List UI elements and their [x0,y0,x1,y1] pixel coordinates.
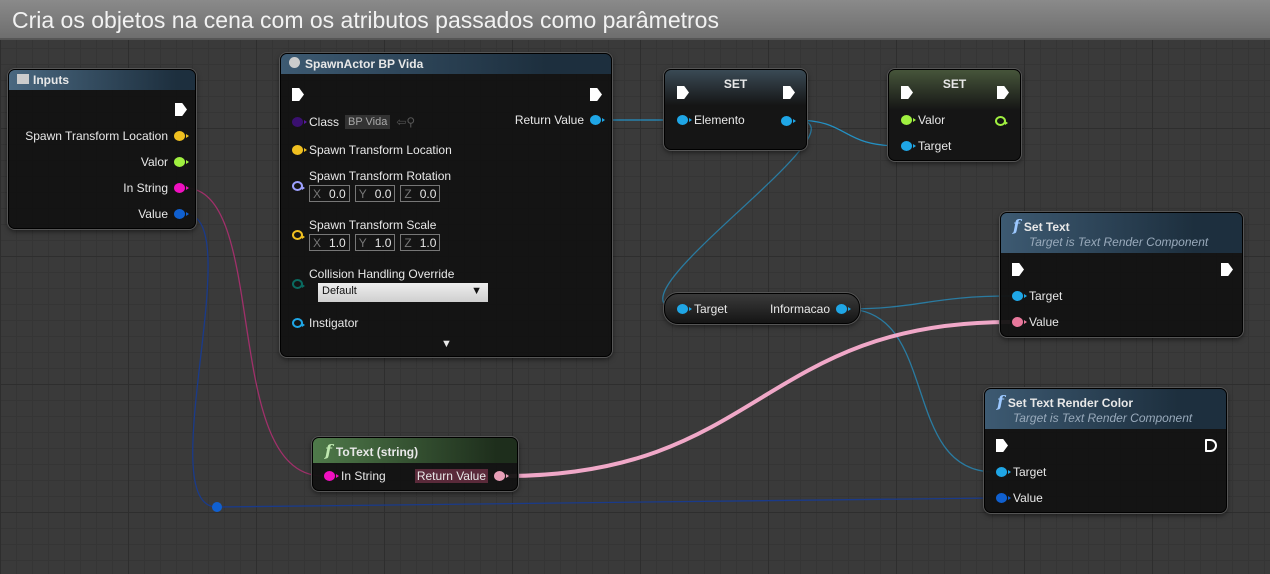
wire-value-to-reroute[interactable] [184,213,218,508]
exec-in-pin[interactable] [292,88,304,101]
instigator-pin[interactable] [292,318,305,328]
set-text-title: Set Text [1023,220,1070,234]
spawn-icon [289,57,300,68]
string-pin[interactable] [174,183,189,193]
pin-label: In String [123,181,168,195]
rotation-z[interactable]: Z 0.0 [400,185,441,202]
set-elemento-node[interactable]: SET Elemento [664,69,807,150]
reroute-node[interactable] [212,502,222,512]
exec-in-pin[interactable] [996,439,1008,452]
pin-label: Valor [140,155,168,169]
color-pin[interactable] [174,209,189,219]
target-pin[interactable] [1012,291,1027,301]
target-label: Target [694,302,728,316]
exec-in-pin[interactable] [1012,263,1024,276]
scale-y[interactable]: Y 1.0 [354,234,396,251]
pin-label: Value [138,207,168,221]
scale-z[interactable]: Z 1.0 [400,234,441,251]
scale-pin[interactable] [292,230,305,240]
return-pin[interactable] [590,115,605,125]
bool-pin[interactable] [174,157,189,167]
valor-label: Valor [918,113,946,127]
instring-label: In String [341,469,386,483]
location-label: Spawn Transform Location [309,143,452,157]
class-label: Class [309,115,340,129]
return-label: Return Value [514,113,584,127]
vector-pin[interactable] [174,131,189,141]
collision-label: Collision Handling Override [309,267,455,281]
collision-dropdown[interactable]: Default ▼ [318,283,488,302]
location-pin[interactable] [292,145,307,155]
rotation-x[interactable]: X 0.0 [309,185,350,202]
scale-x[interactable]: X 1.0 [309,234,350,251]
value-label: Value [1013,491,1043,505]
exec-out-pin[interactable] [1221,263,1233,276]
elemento-out-pin[interactable] [781,116,796,126]
totext-title: ToText (string) [335,445,419,459]
inputs-icon [17,74,29,84]
pin-label: Spawn Transform Location [25,129,168,143]
target-pin[interactable] [677,304,692,314]
expand-arrow-icon[interactable]: ▼ [441,338,452,350]
wire-info-to-settext-target[interactable] [845,295,1011,310]
rotation-pin[interactable] [292,181,305,191]
set-color-subtitle: Target is Text Render Component [1013,411,1193,425]
target-label: Target [1029,289,1063,303]
instigator-label: Instigator [309,316,359,330]
set-text-render-color-node[interactable]: f Set Text Render Color Target is Text Ren… [984,388,1227,513]
exec-out-pin[interactable] [175,103,187,116]
return-label: Return Value [414,469,488,483]
spawn-title: SpawnActor BP Vida [305,57,424,71]
target-label: Target [1013,465,1047,479]
valor-in-pin[interactable] [901,115,916,125]
wire-info-to-setcolor-target[interactable] [845,308,995,473]
class-pin[interactable] [292,117,307,127]
set-text-subtitle: Target is Text Render Component [1029,235,1209,249]
scale-label: Spawn Transform Scale [309,218,437,232]
function-icon: f [997,392,1004,411]
informacao-pin[interactable] [836,304,851,314]
exec-out-pin[interactable] [590,88,602,101]
collision-pin[interactable] [292,279,305,289]
browse-icon[interactable]: ⇦⚲ [396,115,415,129]
set-text-node[interactable]: f Set Text Target is Text Render Component… [1000,212,1243,337]
inputs-title: Inputs [33,73,69,87]
get-informacao-node[interactable]: Target Informacao [664,293,860,324]
target-pin[interactable] [996,467,1011,477]
function-icon: f [325,441,332,460]
informacao-label: Informacao [769,302,830,316]
target-pin[interactable] [901,141,916,151]
chevron-down-icon: ▼ [471,285,482,297]
function-icon: f [1013,216,1020,235]
valor-out-pin[interactable] [995,116,1008,126]
elemento-in-pin[interactable] [677,115,692,125]
return-pin[interactable] [494,471,509,481]
totext-node[interactable]: f ToText (string) In String Return Value [312,437,518,491]
value-pin[interactable] [996,493,1011,503]
set-valor-node[interactable]: SET Valor Target [888,69,1021,161]
set-color-title: Set Text Render Color [1007,396,1134,410]
class-dropdown[interactable]: BP Vida [345,115,391,129]
inputs-node[interactable]: Inputs Spawn Transform Location Valor In… [8,69,196,229]
exec-out-pin[interactable] [1205,439,1217,452]
instring-pin[interactable] [324,471,339,481]
value-pin[interactable] [1012,317,1027,327]
wire-reroute-to-color[interactable] [216,497,995,508]
value-label: Value [1029,315,1059,329]
target-label: Target [918,139,952,153]
rotation-y[interactable]: Y 0.0 [354,185,396,202]
spawn-actor-node[interactable]: SpawnActor BP Vida Class BP Vida ⇦⚲ Return… [280,53,612,357]
rotation-label: Spawn Transform Rotation [309,169,452,183]
elemento-label: Elemento [694,113,745,127]
